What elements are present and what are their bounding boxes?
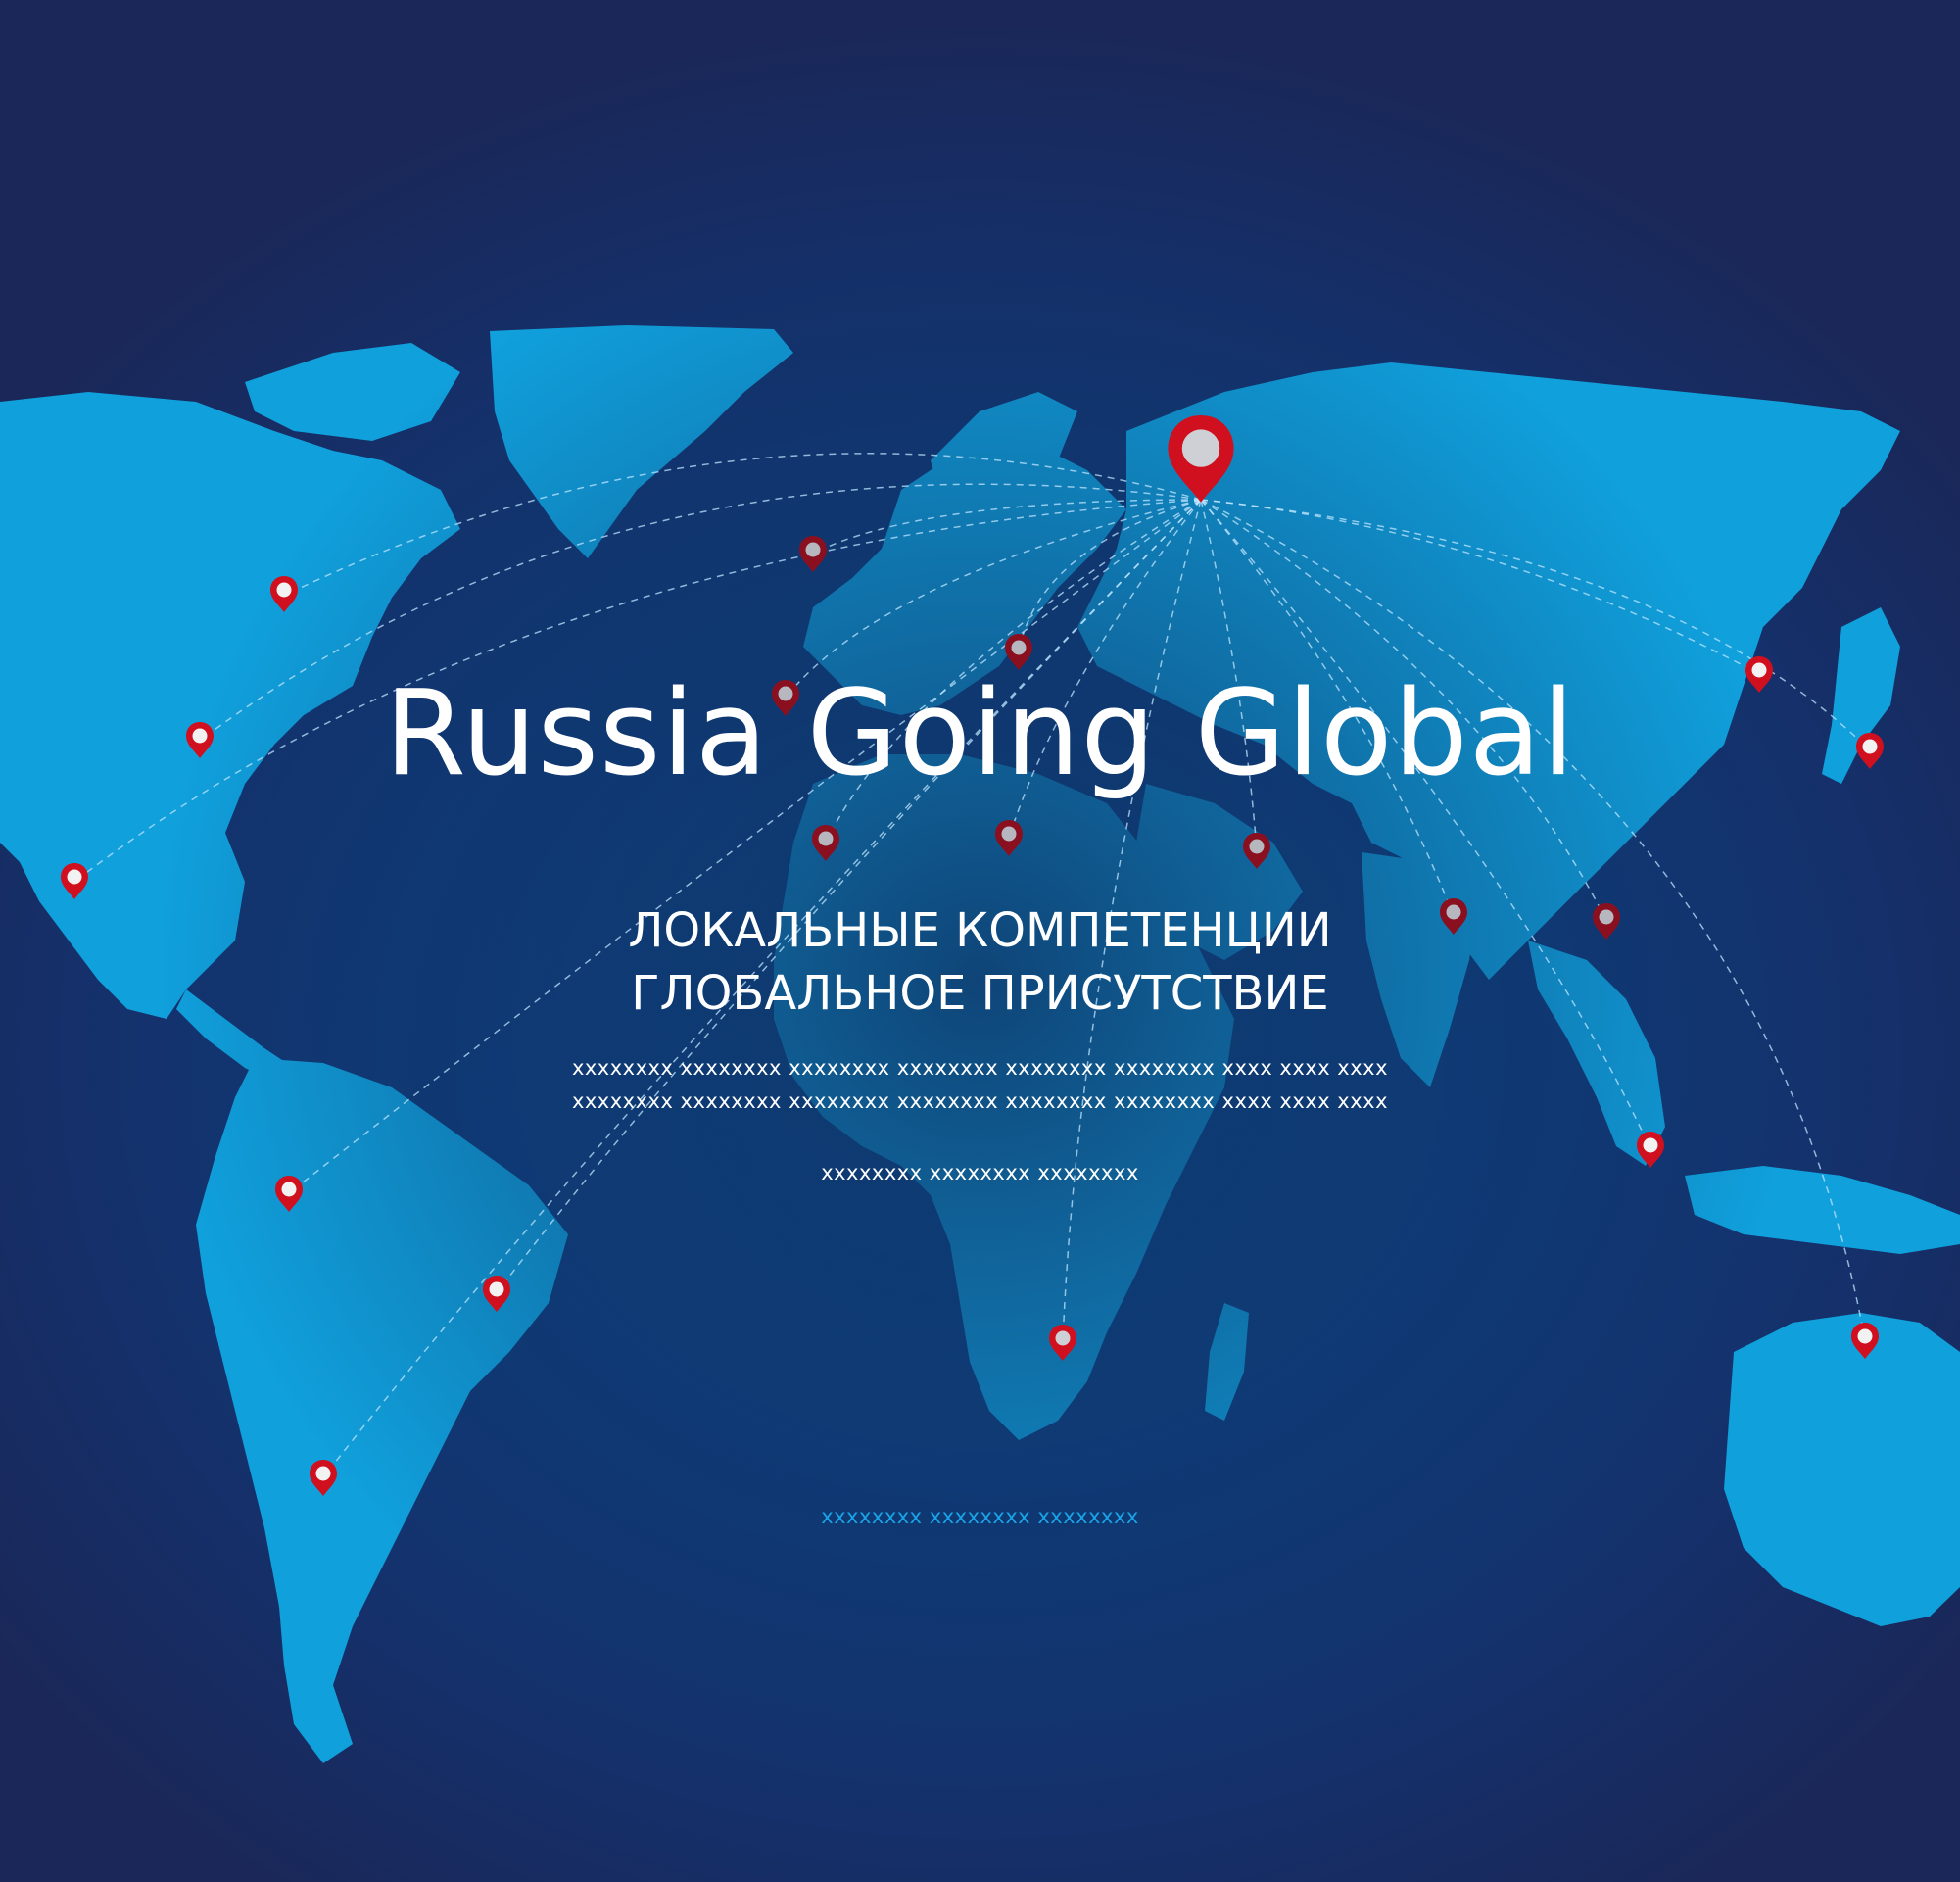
placeholder-footer: xxxxxxxx xxxxxxxx xxxxxxxx — [821, 1505, 1139, 1528]
placeholder-text-line-1: xxxxxxxx xxxxxxxx xxxxxxxx xxxxxxxx xxxx… — [571, 1056, 1389, 1080]
slide-title: Russia Going Global — [384, 666, 1576, 802]
placeholder-text-line-2: xxxxxxxx xxxxxxxx xxxxxxxx xxxxxxxx xxxx… — [571, 1089, 1389, 1113]
subtitle-line-1: ЛОКАЛЬНЫЕ КОМПЕТЕНЦИИ — [628, 903, 1332, 958]
subtitle-line-2: ГЛОБАЛЬНОЕ ПРИСУТСТВИЕ — [631, 966, 1329, 1021]
placeholder-text-line-3: xxxxxxxx xxxxxxxx xxxxxxxx — [821, 1161, 1139, 1184]
